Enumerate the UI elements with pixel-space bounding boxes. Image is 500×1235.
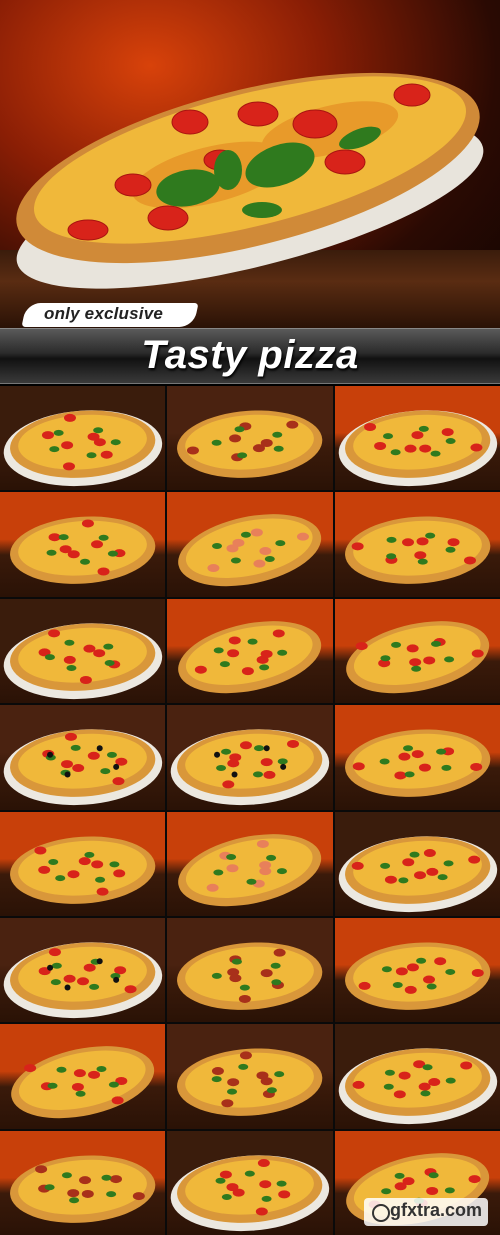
- pizza-thumbnail: [0, 1024, 166, 1129]
- pizza-thumbnail: [334, 598, 500, 704]
- pizza-thumbnail: [334, 917, 500, 1023]
- pizza-thumbnail: [0, 492, 166, 597]
- pizza-thumbnail: [0, 1130, 166, 1235]
- hero-image: [0, 0, 500, 328]
- pizza-thumbnail: [0, 811, 166, 916]
- pizza-thumbnail: [0, 705, 166, 810]
- pizza-thumbnail: [167, 811, 333, 916]
- page-title: Tasty pizza: [141, 333, 359, 377]
- pizza-thumbnail: [167, 598, 333, 704]
- watermark-text: gfxtra.com: [389, 1200, 482, 1220]
- pizza-thumbnail: [167, 386, 333, 491]
- hero-pizza: [16, 72, 484, 289]
- pizza-thumbnail: [334, 386, 500, 491]
- pizza-thumbnail: [0, 598, 166, 704]
- gfxtra-logo-icon: [372, 1204, 390, 1222]
- pizza-thumbnail: [0, 386, 166, 491]
- pizza-thumbnail: [334, 811, 500, 916]
- pizza-thumbnail: [167, 705, 333, 810]
- thumbnail-grid: [0, 386, 500, 1235]
- pizza-thumbnail: [0, 917, 166, 1023]
- pizza-thumbnail: [334, 1024, 500, 1129]
- pizza-thumbnail: [167, 1024, 333, 1129]
- exclusive-badge-label: only exclusive: [44, 304, 164, 323]
- pizza-thumbnail: [334, 492, 500, 597]
- pizza-thumbnail: [167, 917, 333, 1023]
- pizza-thumbnail: [334, 705, 500, 810]
- pizza-thumbnail: [167, 1130, 333, 1235]
- pizza-thumbnail: [167, 492, 333, 597]
